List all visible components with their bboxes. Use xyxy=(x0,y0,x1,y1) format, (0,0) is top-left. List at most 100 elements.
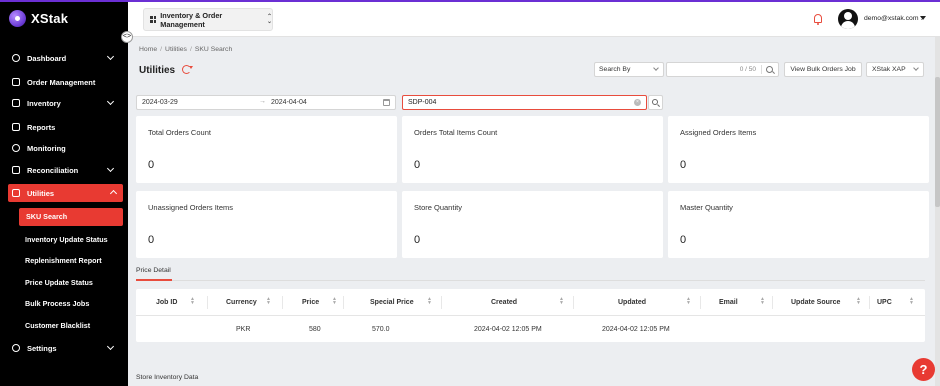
breadcrumb-utilities[interactable]: Utilities xyxy=(165,46,187,53)
cell-created: 2024-04-02 12:05 PM xyxy=(474,326,542,333)
column-header-created[interactable]: Created xyxy=(491,299,517,306)
sidebar-item-label: Monitoring xyxy=(27,143,66,153)
sidebar-item-reconciliation[interactable]: Reconciliation xyxy=(0,161,128,179)
dashboard-icon xyxy=(12,54,20,62)
column-header-special-price[interactable]: Special Price xyxy=(370,299,414,306)
help-button[interactable]: ? xyxy=(912,358,935,381)
top-accent-bar xyxy=(0,0,940,2)
user-email[interactable]: demo@xstak.com . xyxy=(864,15,922,22)
search-icon[interactable] xyxy=(766,66,773,73)
avatar[interactable] xyxy=(838,9,858,29)
search-by-select[interactable]: Search By xyxy=(594,62,664,77)
clear-icon[interactable]: × xyxy=(634,99,641,106)
column-header-email[interactable]: Email xyxy=(719,299,738,306)
sort-icon[interactable]: ▲ ▼ xyxy=(332,297,337,306)
sidebar-item-reports[interactable]: Reports xyxy=(0,118,128,136)
page-scrollbar[interactable] xyxy=(935,37,940,386)
stat-value: 0 xyxy=(680,159,687,171)
grid-icon xyxy=(150,16,157,23)
stat-card-assigned-orders-items: Assigned Orders Items 0 xyxy=(668,116,929,183)
store-select-value: XStak XAP xyxy=(872,66,906,73)
tab-price-detail[interactable]: Price Detail xyxy=(136,267,171,274)
sort-icon[interactable]: ▲ ▼ xyxy=(686,297,691,306)
date-range-picker[interactable]: 2024-03-29 → 2024-04-04 xyxy=(136,95,396,110)
sidebar-item-order-management[interactable]: Order Management xyxy=(0,73,128,91)
column-header-updated[interactable]: Updated xyxy=(618,299,646,306)
inventory-icon xyxy=(12,99,20,107)
stat-value: 0 xyxy=(414,159,421,171)
sort-icon[interactable]: ▲ ▼ xyxy=(190,297,195,306)
column-header-upc[interactable]: UPC xyxy=(877,299,892,306)
chevron-down-icon xyxy=(913,65,919,71)
view-bulk-orders-job-button[interactable]: View Bulk Orders Job xyxy=(784,62,862,77)
breadcrumb-home[interactable]: Home xyxy=(139,46,157,53)
stat-label: Master Quantity xyxy=(680,203,733,212)
stat-card-store-quantity: Store Quantity 0 xyxy=(402,191,663,258)
sidebar-item-utilities[interactable]: Utilities xyxy=(8,184,123,202)
column-header-update-source[interactable]: Update Source xyxy=(791,299,840,306)
sort-icon[interactable]: ▲ ▼ xyxy=(559,297,564,306)
sort-icon[interactable]: ▲ ▼ xyxy=(856,297,861,306)
sidebar-subitem-price-update-status[interactable]: Price Update Status xyxy=(25,278,93,287)
breadcrumb-current: SKU Search xyxy=(194,46,233,53)
refresh-icon[interactable] xyxy=(182,65,193,74)
updown-chevron-icon: ⌃ ⌄ xyxy=(266,13,272,25)
stat-label: Store Quantity xyxy=(414,203,462,212)
cell-price: 580 xyxy=(309,326,321,333)
sidebar-collapse-button[interactable]: <> xyxy=(121,31,133,43)
sidebar-item-settings[interactable]: Settings xyxy=(0,339,128,357)
sidebar-subitem-inventory-update-status[interactable]: Inventory Update Status xyxy=(25,235,108,244)
sidebar-subitem-bulk-process-jobs[interactable]: Bulk Process Jobs xyxy=(25,299,89,308)
sku-search-button[interactable] xyxy=(648,95,663,110)
sidebar-item-label: Settings xyxy=(27,343,57,353)
stat-label: Unassigned Orders Items xyxy=(148,203,234,212)
chevron-down-icon xyxy=(106,97,115,106)
xstak-logo-icon xyxy=(9,10,26,27)
sidebar-subitem-customer-blacklist[interactable]: Customer Blacklist xyxy=(25,321,90,330)
page-title: Utilities xyxy=(139,65,176,76)
sidebar-subitem-sku-search[interactable]: SKU Search xyxy=(19,208,123,226)
logo[interactable]: XStak xyxy=(9,10,68,27)
stat-label: Total Orders Count xyxy=(148,128,211,137)
report-icon xyxy=(12,123,20,131)
cell-special-price: 570.0 xyxy=(372,326,390,333)
sidebar-item-monitoring[interactable]: Monitoring xyxy=(0,139,128,157)
date-to[interactable]: 2024-04-04 xyxy=(271,99,307,106)
sidebar-item-dashboard[interactable]: Dashboard xyxy=(0,49,128,67)
tab-active-indicator xyxy=(136,279,172,281)
sidebar-item-inventory[interactable]: Inventory xyxy=(0,94,128,112)
sidebar-subitem-replenishment-report[interactable]: Replenishment Report xyxy=(25,256,102,265)
calendar-icon xyxy=(383,99,390,106)
chevron-up-icon xyxy=(109,189,118,198)
table-header: Job ID ▲ ▼ Currency ▲ ▼ Price ▲ ▼ Special P… xyxy=(136,289,925,316)
stat-value: 0 xyxy=(414,234,421,246)
sidebar-item-label: Reports xyxy=(27,122,56,132)
module-switcher[interactable]: Inventory & Order Management ⌃ ⌄ xyxy=(143,8,273,31)
stat-label: Orders Total Items Count xyxy=(414,128,498,137)
sidebar-item-label: Order Management xyxy=(27,77,96,87)
chevron-down-icon xyxy=(106,52,115,61)
store-select[interactable]: XStak XAP xyxy=(866,62,924,77)
monitor-icon xyxy=(12,144,20,152)
column-header-currency[interactable]: Currency xyxy=(226,299,257,306)
date-from[interactable]: 2024-03-29 xyxy=(142,99,178,106)
search-input[interactable]: 0 / 50 xyxy=(666,62,779,77)
sku-search-input[interactable]: SDP-004 × xyxy=(402,95,647,110)
sort-icon[interactable]: ▲ ▼ xyxy=(266,297,271,306)
logo-text: XStak xyxy=(31,11,69,26)
caret-down-icon[interactable] xyxy=(920,16,926,20)
stat-card-master-quantity: Master Quantity 0 xyxy=(668,191,929,258)
column-header-price[interactable]: Price xyxy=(302,299,319,306)
stat-card-unassigned-orders-items: Unassigned Orders Items 0 xyxy=(136,191,397,258)
stat-value: 0 xyxy=(148,159,155,171)
sort-icon[interactable]: ▲ ▼ xyxy=(760,297,765,306)
sort-icon[interactable]: ▲ ▼ xyxy=(427,297,432,306)
utilities-icon xyxy=(12,189,20,197)
character-counter: 0 / 50 xyxy=(739,66,756,73)
gear-icon xyxy=(12,344,20,352)
bell-icon[interactable] xyxy=(814,14,822,25)
chevron-down-icon xyxy=(106,164,115,173)
column-header-job-id[interactable]: Job ID xyxy=(156,299,177,306)
stat-value: 0 xyxy=(680,234,687,246)
sort-icon[interactable]: ▲ ▼ xyxy=(909,297,914,306)
